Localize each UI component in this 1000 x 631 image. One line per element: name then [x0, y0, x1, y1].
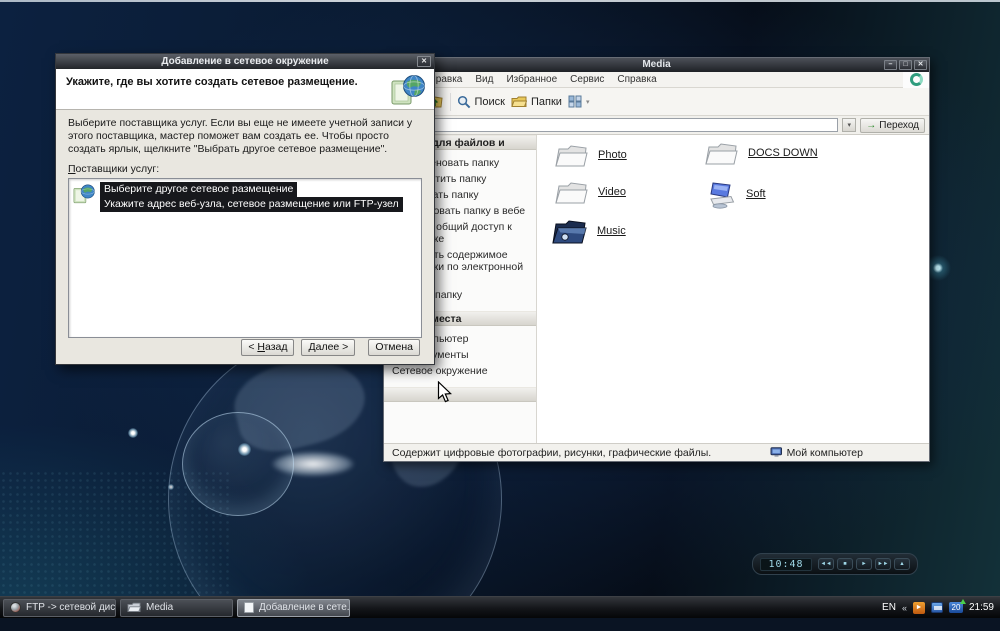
- wallpaper-dot: [238, 443, 251, 456]
- throbber-ring-icon: [909, 73, 923, 86]
- folders-label: Папки: [531, 95, 562, 108]
- player-prev-button[interactable]: ◄◄: [818, 558, 834, 570]
- file-item-photo[interactable]: Photo: [553, 141, 627, 169]
- address-dropdown-icon[interactable]: ▾: [842, 118, 857, 132]
- cancel-button[interactable]: Отмена: [368, 339, 420, 356]
- place-network[interactable]: Сетевое окружение: [384, 363, 536, 379]
- throbber-logo: [903, 71, 929, 88]
- views-dropdown-icon: ▾: [585, 98, 590, 106]
- address-bar: ▾ → Переход: [384, 116, 929, 135]
- wizard-instructions: Выберите поставщика услуг. Если вы еще н…: [68, 117, 413, 155]
- media-player-widget[interactable]: 10:48 ◄◄ ■ ► ►► ▲: [752, 553, 918, 575]
- wizard-titlebar[interactable]: Добавление в сетевое окружение ✕: [56, 54, 434, 69]
- maximize-button[interactable]: □: [899, 60, 912, 70]
- network-place-icon: [389, 71, 427, 114]
- language-indicator[interactable]: EN: [882, 602, 896, 613]
- wallpaper-dot: [168, 484, 174, 490]
- computer-icon: [710, 182, 735, 209]
- file-item-soft[interactable]: Soft: [705, 179, 766, 209]
- search-icon: [457, 95, 470, 108]
- menu-favorites[interactable]: Избранное: [504, 74, 559, 85]
- status-zone: Мой компьютер: [770, 447, 863, 459]
- provider-item-subtitle: Укажите адрес веб-узла, сетевое размещен…: [100, 197, 403, 212]
- system-tray: EN « ► 20 21:59: [882, 599, 994, 614]
- menu-help[interactable]: Справка: [615, 74, 658, 85]
- tray-expand-icon[interactable]: «: [902, 603, 907, 613]
- music-folder-icon: [552, 220, 587, 244]
- document-icon: [244, 602, 254, 613]
- search-label: Поиск: [474, 95, 505, 108]
- wizard-body: Выберите поставщика услуг. Если вы еще н…: [56, 110, 434, 364]
- back-button[interactable]: < Назад: [241, 339, 295, 356]
- explorer-toolbar: ← ▾ Поиск Папки: [384, 88, 929, 116]
- close-button[interactable]: ✕: [914, 60, 927, 70]
- explorer-menubar: Файл Правка Вид Избранное Сервис Справка: [384, 71, 929, 88]
- clock[interactable]: 21:59: [969, 602, 994, 613]
- status-zone-label: Мой компьютер: [786, 446, 863, 459]
- explorer-window: Media – □ ✕ Файл Правка Вид Избранное Се…: [383, 57, 930, 462]
- folder-icon: [555, 145, 588, 167]
- wallpaper-dot: [128, 428, 138, 438]
- player-next-button[interactable]: ►►: [875, 558, 891, 570]
- network-place-small-icon: [73, 184, 95, 204]
- views-button[interactable]: ▾: [568, 95, 590, 108]
- tray-speed-badge[interactable]: 20: [948, 599, 966, 613]
- folders-button[interactable]: Папки: [511, 95, 562, 108]
- screen-bottom-edge: [0, 618, 1000, 631]
- taskbar-button-media[interactable]: Media: [120, 598, 233, 617]
- wallpaper-bubble: [182, 412, 294, 516]
- my-computer-icon: [770, 447, 782, 457]
- provider-item-title: Выберите другое сетевое размещение: [100, 182, 298, 197]
- file-item-docs-down[interactable]: DOCS DOWN: [703, 139, 818, 167]
- globe-icon: [10, 602, 21, 613]
- providers-label: Поставщики услуг:: [68, 163, 160, 175]
- folder-icon: [127, 602, 141, 612]
- player-eject-button[interactable]: ▲: [894, 558, 910, 570]
- next-button[interactable]: Далее >: [301, 339, 356, 356]
- menu-tools[interactable]: Сервис: [568, 74, 606, 85]
- views-icon: [568, 95, 582, 108]
- go-arrow-icon: →: [866, 119, 877, 131]
- wizard-title: Добавление в сетевое окружение: [161, 56, 329, 67]
- minimize-button[interactable]: –: [884, 60, 897, 70]
- file-list: Photo DOCS DOWN Video Soft Music: [537, 135, 929, 443]
- folders-icon: [511, 96, 527, 107]
- status-bar: Содержит цифровые фотографии, рисунки, г…: [384, 443, 929, 461]
- folder-icon: [705, 143, 738, 165]
- taskbar-button-ftp[interactable]: FTP -> сетевой диск...: [3, 598, 116, 617]
- player-stop-button[interactable]: ■: [837, 558, 853, 570]
- wizard-buttons: < Назад Далее > Отмена: [68, 339, 422, 356]
- mouse-cursor: [437, 381, 452, 403]
- go-label: Переход: [879, 119, 919, 131]
- player-play-button[interactable]: ►: [856, 558, 872, 570]
- wizard-header: Укажите, где вы хотите создать сетевое р…: [56, 69, 434, 110]
- menu-view[interactable]: Вид: [473, 74, 495, 85]
- close-button[interactable]: ✕: [417, 56, 431, 67]
- tasks-section-header-3: [384, 387, 536, 402]
- file-item-music[interactable]: Music: [550, 215, 626, 247]
- file-item-video[interactable]: Video: [553, 178, 626, 206]
- wizard-heading: Укажите, где вы хотите создать сетевое р…: [66, 76, 358, 88]
- taskbar-button-wizard[interactable]: Добавление в сете...: [237, 598, 350, 617]
- player-time-display: 10:48: [760, 557, 812, 571]
- tray-messenger-icon[interactable]: [930, 602, 943, 613]
- status-text: Содержит цифровые фотографии, рисунки, г…: [392, 446, 712, 459]
- explorer-title: Media: [642, 59, 671, 70]
- search-button[interactable]: Поиск: [457, 95, 505, 109]
- toolbar-separator: [449, 92, 451, 111]
- explorer-titlebar[interactable]: Media – □ ✕: [384, 58, 929, 72]
- address-input[interactable]: [388, 118, 839, 132]
- provider-item-selected[interactable]: Выберите другое сетевое размещение Укажи…: [72, 182, 418, 212]
- go-button[interactable]: → Переход: [860, 117, 925, 133]
- desktop: Media – □ ✕ Файл Правка Вид Избранное Се…: [0, 0, 1000, 631]
- taskbar: FTP -> сетевой диск... Media Добавление …: [0, 596, 1000, 618]
- folder-icon: [555, 182, 588, 204]
- wizard-window: Добавление в сетевое окружение ✕ Укажите…: [55, 53, 435, 365]
- tray-player-icon[interactable]: ►: [912, 601, 925, 614]
- screen-top-edge: [0, 0, 1000, 2]
- providers-listbox[interactable]: Выберите другое сетевое размещение Укажи…: [68, 178, 422, 338]
